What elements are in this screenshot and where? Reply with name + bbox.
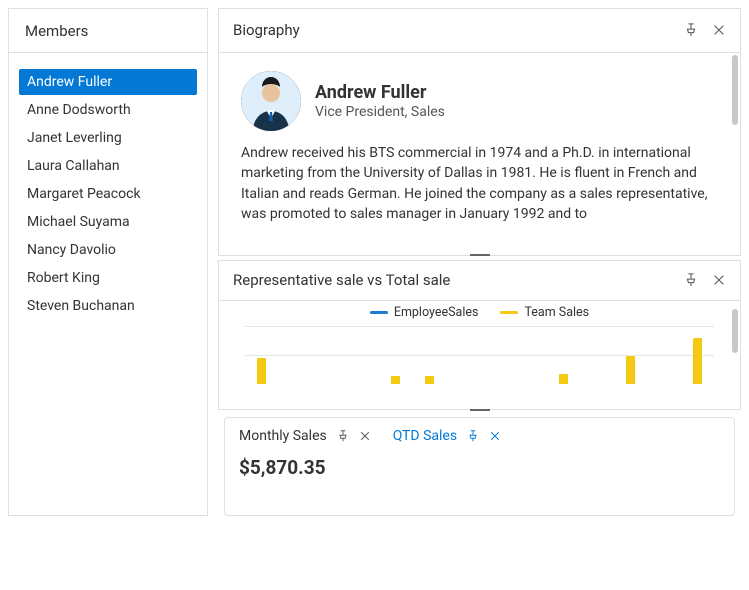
tabstrip: Monthly Sales QTD Sales [225,418,734,454]
bar-slot [245,358,278,384]
member-item-laura-callahan[interactable]: Laura Callahan [19,153,197,179]
legend-label: Team Sales [524,305,589,320]
tab-qtd-sales[interactable]: QTD Sales [393,428,501,444]
legend-swatch-blue [370,311,388,314]
pin-icon[interactable] [684,23,698,37]
close-icon[interactable] [359,430,371,442]
legend-swatch-yellow [500,311,518,314]
person-role: Vice President, Sales [315,104,445,120]
main-area: Biography [218,8,741,516]
member-item-andrew-fuller[interactable]: Andrew Fuller [19,69,197,95]
bar-slot [681,338,714,384]
chart-title: Representative sale vs Total sale [233,271,684,289]
close-icon[interactable] [712,273,726,287]
bar-slot [379,376,412,384]
avatar [241,71,301,131]
chart-panel: Representative sale vs Total sale Employ… [218,260,741,410]
biography-body: Andrew Fuller Vice President, Sales Andr… [219,53,740,232]
chart-panel-header: Representative sale vs Total sale [219,261,740,301]
legend-team[interactable]: Team Sales [500,305,589,320]
biography-text: Andrew received his BTS commercial in 19… [241,143,718,224]
legend-employee[interactable]: EmployeeSales [370,305,479,320]
member-label: Janet Leverling [27,130,122,146]
biography-panel: Biography [218,8,741,256]
member-item-anne-dodsworth[interactable]: Anne Dodsworth [19,97,197,123]
sales-tabs-panel: Monthly Sales QTD Sales [224,417,735,516]
tab-label: Monthly Sales [239,428,327,444]
team-bar[interactable] [626,356,635,384]
biography-title: Biography [233,21,684,39]
member-item-janet-leverling[interactable]: Janet Leverling [19,125,197,151]
member-item-nancy-davolio[interactable]: Nancy Davolio [19,237,197,263]
legend-label: EmployeeSales [394,305,479,320]
member-label: Anne Dodsworth [27,102,131,118]
team-bar[interactable] [693,338,702,384]
member-label: Andrew Fuller [27,74,112,90]
close-icon[interactable] [712,23,726,37]
member-label: Robert King [27,270,100,286]
pin-icon[interactable] [467,430,479,442]
bar-slot [614,356,647,384]
person-name: Andrew Fuller [315,82,445,103]
splitter-horizontal[interactable] [218,405,741,415]
pin-icon[interactable] [337,430,349,442]
team-bar[interactable] [391,376,400,384]
tab-monthly-sales[interactable]: Monthly Sales [239,428,371,444]
member-label: Nancy Davolio [27,242,116,258]
member-label: Steven Buchanan [27,298,135,314]
member-item-robert-king[interactable]: Robert King [19,265,197,291]
sales-amount: $5,870.35 [225,454,734,493]
team-bar[interactable] [559,374,568,384]
sidebar-title: Members [9,9,207,53]
bar-slot [413,376,446,384]
team-bar[interactable] [257,358,266,384]
member-label: Michael Suyama [27,214,130,230]
member-label: Laura Callahan [27,158,120,174]
bar-slot [547,374,580,384]
scrollbar[interactable] [732,55,738,125]
biography-panel-header: Biography [219,9,740,53]
members-list: Andrew Fuller Anne Dodsworth Janet Lever… [9,53,207,331]
team-bar[interactable] [425,376,434,384]
chart-legend: EmployeeSales Team Sales [219,301,740,326]
members-sidebar: Members Andrew Fuller Anne Dodsworth Jan… [8,8,208,516]
pin-icon[interactable] [684,273,698,287]
member-label: Margaret Peacock [27,186,141,202]
member-item-margaret-peacock[interactable]: Margaret Peacock [19,181,197,207]
chart-plot [219,326,740,384]
close-icon[interactable] [489,430,501,442]
member-item-michael-suyama[interactable]: Michael Suyama [19,209,197,235]
splitter-horizontal[interactable] [218,250,741,260]
tab-label: QTD Sales [393,428,457,444]
member-item-steven-buchanan[interactable]: Steven Buchanan [19,293,197,319]
